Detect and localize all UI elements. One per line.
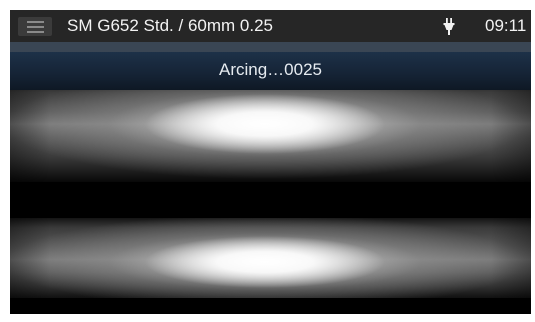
- vignette-left: [10, 200, 50, 314]
- vignette-left: [10, 82, 50, 198]
- vignette-right: [491, 82, 531, 198]
- message-bar: Arcing…0025: [10, 52, 531, 90]
- fiber-image-lower: [10, 218, 531, 298]
- fiber-image-upper: [10, 82, 531, 182]
- ac-power-plug-icon: [443, 18, 455, 35]
- hamburger-menu-icon: [26, 20, 44, 23]
- upper-camera-view: [10, 82, 531, 198]
- clock: 09:11: [485, 16, 527, 35]
- device-frame: SM G652 Std. / 60mm 0.25 09:11 Arcing…00…: [0, 0, 535, 322]
- splicer-screen: SM G652 Std. / 60mm 0.25 09:11 Arcing…00…: [10, 10, 531, 314]
- splice-program-title: SM G652 Std. / 60mm 0.25: [67, 16, 273, 35]
- arc-status-message: Arcing…0025: [218, 60, 322, 79]
- status-separator: [10, 42, 531, 52]
- menu-button[interactable]: [18, 17, 52, 36]
- vignette-right: [491, 200, 531, 314]
- status-bar: SM G652 Std. / 60mm 0.25 09:11: [10, 10, 531, 42]
- hamburger-menu-icon-line: [26, 25, 44, 28]
- lower-camera-view: [10, 200, 531, 314]
- hamburger-menu-icon-line: [26, 30, 44, 33]
